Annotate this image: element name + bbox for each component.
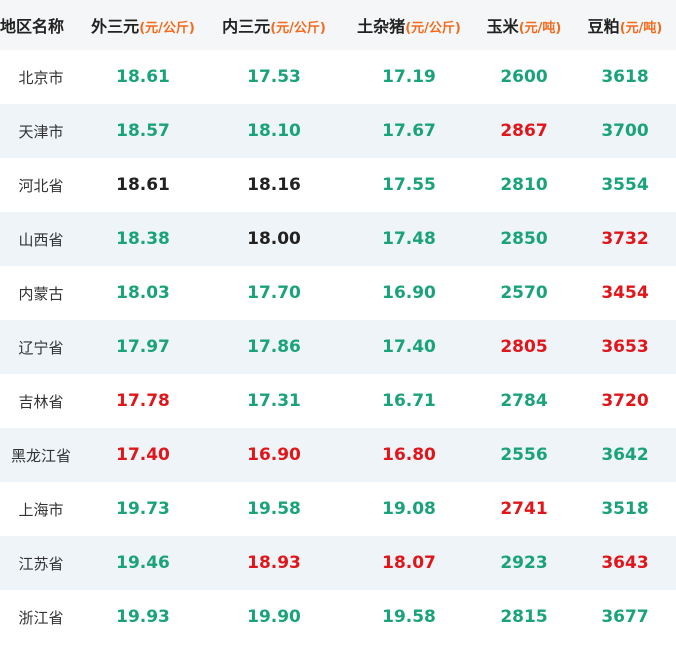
price-cell: 2850 — [500, 229, 548, 249]
price-cell: 19.90 — [247, 607, 301, 627]
price-cell: 18.38 — [116, 229, 170, 249]
price-cell: 17.86 — [247, 337, 301, 357]
price-cell: 17.31 — [247, 391, 301, 411]
table-row: 黑龙江省 17.40 16.90 16.80 2556 3642 — [0, 428, 676, 482]
price-cell: 2923 — [500, 553, 548, 573]
price-cell: 3720 — [601, 391, 649, 411]
price-cell: 18.10 — [247, 121, 301, 141]
price-cell: 2867 — [500, 121, 548, 141]
header-col-yu-mi: 玉米(元/吨) — [486, 17, 562, 36]
price-cell: 2556 — [500, 445, 548, 465]
header-col-dou-po: 豆粕(元/吨) — [587, 17, 663, 36]
table-row: 辽宁省 17.97 17.86 17.40 2805 3653 — [0, 320, 676, 374]
region-cell: 江苏省 — [18, 554, 64, 573]
header-col-nei-san-yuan: 内三元(元/公斤) — [222, 17, 326, 36]
price-cell: 3732 — [601, 229, 649, 249]
price-cell: 2815 — [500, 607, 548, 627]
table-row: 上海市 19.73 19.58 19.08 2741 3518 — [0, 482, 676, 536]
table-row: 河北省 18.61 18.16 17.55 2810 3554 — [0, 158, 676, 212]
price-cell: 18.61 — [116, 175, 170, 195]
price-cell: 16.90 — [247, 445, 301, 465]
price-cell: 19.58 — [382, 607, 436, 627]
price-cell: 17.97 — [116, 337, 170, 357]
table-header: 地区名称 外三元(元/公斤) 内三元(元/公斤) 土杂猪(元/公斤) 玉米(元/… — [0, 0, 676, 50]
price-cell: 17.70 — [247, 283, 301, 303]
price-cell: 19.46 — [116, 553, 170, 573]
region-cell: 黑龙江省 — [10, 446, 71, 465]
header-col-wai-san-yuan: 外三元(元/公斤) — [91, 17, 195, 36]
price-cell: 16.71 — [382, 391, 436, 411]
header-col-tu-za-zhu: 土杂猪(元/公斤) — [357, 17, 461, 36]
price-cell: 2805 — [500, 337, 548, 357]
price-cell: 3518 — [601, 499, 649, 519]
price-cell: 17.55 — [382, 175, 436, 195]
table-body: 北京市 18.61 17.53 17.19 2600 3618 天津市 18.57 18.10 1… — [0, 50, 676, 644]
price-cell: 17.40 — [382, 337, 436, 357]
price-cell: 2741 — [500, 499, 548, 519]
price-table: 地区名称 外三元(元/公斤) 内三元(元/公斤) 土杂猪(元/公斤) 玉米(元/… — [0, 0, 676, 644]
price-cell: 3700 — [601, 121, 649, 141]
price-cell: 2570 — [500, 283, 548, 303]
price-cell: 3454 — [601, 283, 649, 303]
region-cell: 北京市 — [18, 68, 64, 87]
region-cell: 上海市 — [18, 500, 64, 519]
price-cell: 2810 — [500, 175, 548, 195]
price-cell: 3618 — [601, 67, 649, 87]
region-cell: 内蒙古 — [18, 284, 64, 303]
region-cell: 吉林省 — [18, 392, 64, 411]
price-cell: 18.07 — [382, 553, 436, 573]
table-row: 浙江省 19.93 19.90 19.58 2815 3677 — [0, 590, 676, 644]
price-cell: 19.08 — [382, 499, 436, 519]
table-row: 江苏省 19.46 18.93 18.07 2923 3643 — [0, 536, 676, 590]
price-cell: 19.58 — [247, 499, 301, 519]
price-cell: 18.93 — [247, 553, 301, 573]
price-cell: 3642 — [601, 445, 649, 465]
price-cell: 17.40 — [116, 445, 170, 465]
price-cell: 17.19 — [382, 67, 436, 87]
region-cell: 天津市 — [18, 122, 64, 141]
price-cell: 19.93 — [116, 607, 170, 627]
price-cell: 3643 — [601, 553, 649, 573]
price-cell: 2600 — [500, 67, 548, 87]
price-cell: 3677 — [601, 607, 649, 627]
table-row: 北京市 18.61 17.53 17.19 2600 3618 — [0, 50, 676, 104]
price-cell: 16.90 — [382, 283, 436, 303]
price-cell: 18.00 — [247, 229, 301, 249]
price-cell: 17.78 — [116, 391, 170, 411]
table-row: 内蒙古 18.03 17.70 16.90 2570 3454 — [0, 266, 676, 320]
price-cell: 17.67 — [382, 121, 436, 141]
price-cell: 18.16 — [247, 175, 301, 195]
header-region: 地区名称 — [0, 17, 65, 36]
table-row: 天津市 18.57 18.10 17.67 2867 3700 — [0, 104, 676, 158]
price-cell: 3554 — [601, 175, 649, 195]
price-cell: 17.48 — [382, 229, 436, 249]
price-cell: 3653 — [601, 337, 649, 357]
price-cell: 18.03 — [116, 283, 170, 303]
price-cell: 17.53 — [247, 67, 301, 87]
table-row: 吉林省 17.78 17.31 16.71 2784 3720 — [0, 374, 676, 428]
price-cell: 16.80 — [382, 445, 436, 465]
region-cell: 辽宁省 — [18, 338, 64, 357]
region-cell: 山西省 — [18, 230, 64, 249]
price-cell: 18.61 — [116, 67, 170, 87]
table-row: 山西省 18.38 18.00 17.48 2850 3732 — [0, 212, 676, 266]
region-cell: 河北省 — [18, 176, 64, 195]
region-cell: 浙江省 — [18, 608, 64, 627]
price-cell: 2784 — [500, 391, 548, 411]
price-cell: 19.73 — [116, 499, 170, 519]
price-cell: 18.57 — [116, 121, 170, 141]
